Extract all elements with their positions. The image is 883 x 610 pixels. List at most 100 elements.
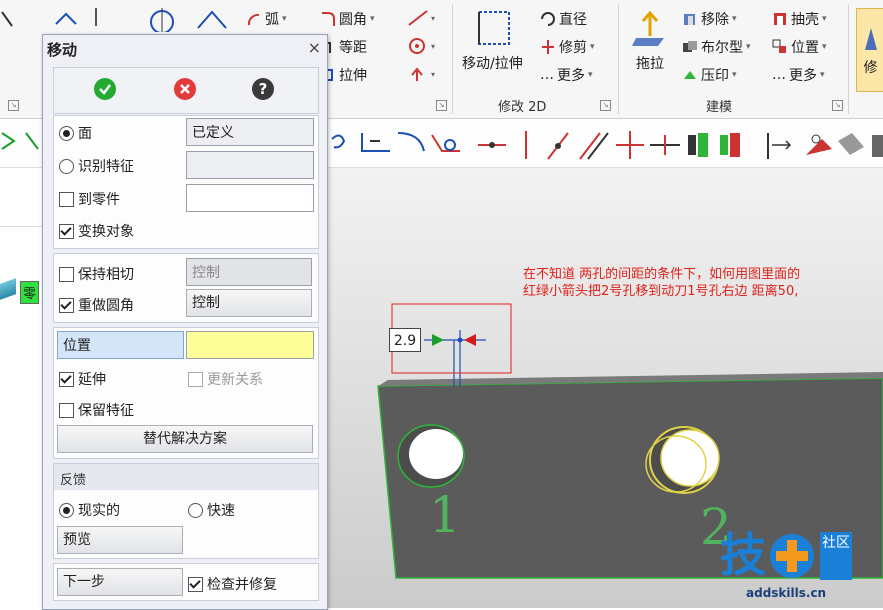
identify-radio[interactable] [59, 158, 74, 174]
ribbon-arrow-tool[interactable]: ▾ [405, 65, 437, 83]
keep-feature-checkbox[interactable] [59, 402, 74, 418]
help-button[interactable]: ? [252, 78, 274, 100]
next-step-button[interactable]: 下一步 [57, 568, 183, 596]
fix-icon[interactable] [806, 134, 832, 155]
tree-part-label[interactable]: 零 [20, 281, 40, 304]
horizontal-constraint-icon[interactable] [478, 142, 506, 148]
check-repair-option[interactable]: 检查并修复 [188, 574, 277, 594]
polyline-tool-icon[interactable] [196, 6, 230, 32]
perpendicular-icon[interactable] [616, 131, 644, 159]
ribbon-move[interactable]: 移除 ▾ [682, 9, 737, 29]
eraser-icon[interactable] [838, 133, 864, 155]
launcher-icon[interactable]: ↘ [8, 100, 19, 111]
hole-1[interactable] [397, 424, 465, 488]
check-repair-checkbox[interactable] [188, 576, 203, 592]
curve-tool-icon[interactable] [331, 134, 346, 149]
watermark: 技 社区 addskills.cn [716, 530, 880, 606]
dimension-value-box[interactable]: 2.9 [389, 328, 421, 352]
ribbon-point-tool[interactable]: ▾ [405, 37, 437, 55]
ribbon-shell[interactable]: 抽壳 ▾ [772, 9, 827, 29]
footer-section: 下一步 检查并修复 [53, 563, 319, 601]
parallel-constraint-icon[interactable] [547, 132, 569, 160]
ribbon-fillet[interactable]: 圆角 ▾ [320, 9, 375, 29]
symmetric-icon[interactable] [720, 133, 740, 157]
ribbon-more2[interactable]: … 更多 ▾ [772, 65, 825, 85]
transform-label: 变换对象 [78, 224, 134, 240]
transform-checkbox[interactable] [59, 223, 74, 239]
ribbon-emboss[interactable]: 压印 ▾ [682, 65, 737, 85]
extend-option[interactable]: 延伸 [59, 369, 106, 389]
redo-fillet-checkbox[interactable] [59, 297, 74, 313]
modify-label: 修 [863, 59, 878, 76]
preview-button[interactable]: 预览 [57, 526, 183, 554]
boolean-icon [683, 41, 697, 52]
cancel-button[interactable] [174, 78, 196, 100]
ribbon-boolean[interactable]: 布尔型 ▾ [682, 37, 751, 57]
print-icon[interactable] [872, 135, 883, 157]
fast-radio[interactable] [188, 502, 203, 518]
keep-tangent-option[interactable]: 保持相切 [59, 264, 134, 284]
to-part-option[interactable]: 到零件 [59, 189, 120, 209]
angle-dimension-icon[interactable] [361, 133, 390, 152]
ribbon-cutoff-icon[interactable] [0, 10, 14, 28]
3d-viewport[interactable]: 2.9 在不知道 两孔的间距的条件下，如何用图里面的 红绿小箭头把2号孔移到动刀… [326, 168, 883, 608]
to-part-value-field[interactable] [186, 184, 314, 212]
position-value-field[interactable] [186, 331, 314, 359]
ribbon-arc[interactable]: 弧 ▾ [246, 9, 287, 29]
offset-label: 等距 [339, 40, 367, 56]
ok-button[interactable] [94, 78, 116, 100]
fast-option[interactable]: 快速 [188, 500, 235, 520]
launcher-icon[interactable]: ↘ [600, 100, 611, 111]
ribbon-diameter[interactable]: 直径 [540, 9, 587, 29]
stretch-label: 拉伸 [339, 68, 367, 84]
move-label: 移除 [701, 12, 729, 28]
group-label-modeling: 建模 [706, 100, 733, 115]
face-option[interactable]: 面 [59, 123, 92, 143]
move-stretch-icon [478, 11, 511, 45]
distance-icon[interactable] [767, 133, 792, 159]
identify-value-field[interactable] [186, 151, 314, 179]
ribbon-line-tool[interactable]: ▾ [405, 9, 437, 27]
to-part-checkbox[interactable] [59, 191, 74, 207]
launcher-icon[interactable]: ↘ [436, 100, 447, 111]
emboss-label: 压印 [701, 68, 729, 84]
face-value-field[interactable]: 已定义 [186, 118, 314, 146]
realistic-radio[interactable] [59, 502, 74, 518]
keep-tangent-checkbox[interactable] [59, 266, 74, 282]
position-label-field[interactable]: 位置 [57, 331, 184, 359]
ribbon-move-stretch[interactable]: 移动/拉伸 [462, 6, 523, 73]
annotation-line-2: 红绿小箭头把2号孔移到动刀1号孔右边 距离50, [523, 284, 799, 299]
emboss-icon [684, 71, 696, 79]
face-radio[interactable] [59, 125, 74, 141]
tangent-icon[interactable] [650, 135, 680, 155]
toolbar-cutoff-icons[interactable] [1, 132, 39, 150]
fillet-dimension-icon[interactable] [431, 134, 460, 152]
redo-fillet-control-button[interactable]: 控制 [186, 289, 312, 317]
line-tool-icon[interactable] [52, 6, 112, 28]
ribbon-modify-button[interactable]: 修 [856, 8, 883, 92]
close-icon[interactable]: × [308, 38, 321, 57]
feedback-section: 反馈 现实的 快速 预览 [53, 463, 319, 559]
group-label-modify2d: 修改 2D [498, 100, 547, 115]
position-label: 位置 [791, 40, 819, 56]
ribbon-position[interactable]: 位置 ▾ [772, 37, 827, 57]
circle-tool-icon[interactable] [148, 6, 184, 32]
ribbon-pull[interactable]: 拖拉 [630, 10, 670, 73]
launcher-icon[interactable]: ↘ [832, 100, 843, 111]
arc-icon [247, 13, 260, 26]
keep-feature-option[interactable]: 保留特征 [59, 400, 134, 420]
diameter-icon [541, 12, 555, 26]
realistic-option[interactable]: 现实的 [59, 500, 120, 520]
ribbon-trim[interactable]: 修剪 ▾ [540, 37, 595, 57]
arc-dimension-icon[interactable] [397, 132, 425, 152]
move-handle-arrows[interactable] [424, 330, 486, 386]
identify-option[interactable]: 识别特征 [59, 156, 134, 176]
transform-option[interactable]: 变换对象 [59, 221, 134, 241]
parallel-lines-icon[interactable] [579, 132, 609, 160]
alternative-solution-button[interactable]: 替代解决方案 [57, 425, 313, 453]
ribbon-more1[interactable]: … 更多 ▾ [540, 65, 593, 85]
redo-fillet-option[interactable]: 重做圆角 [59, 295, 134, 315]
extend-checkbox[interactable] [59, 371, 74, 387]
mirror-icon[interactable] [688, 133, 708, 157]
part-cube-icon[interactable] [0, 278, 16, 300]
